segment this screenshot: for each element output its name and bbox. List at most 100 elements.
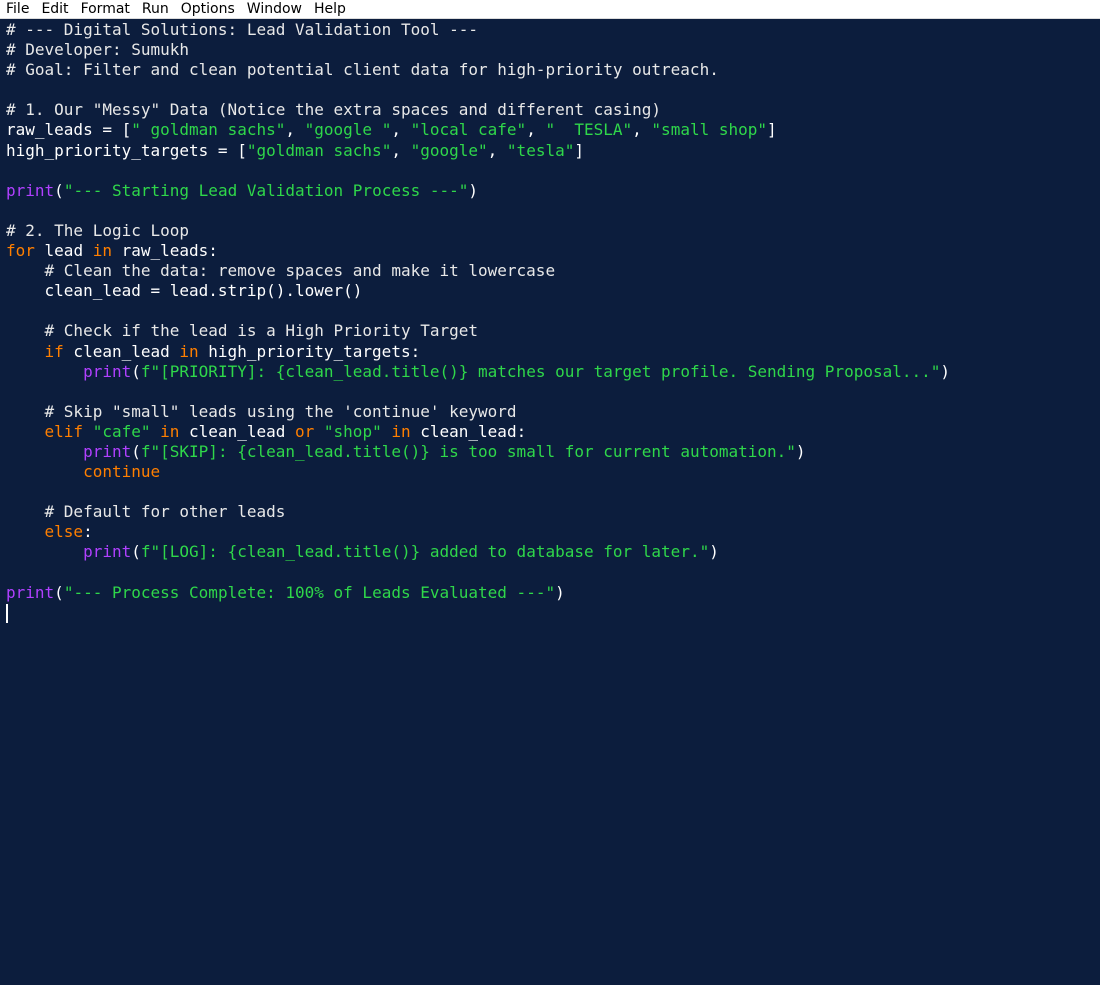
menu-bar: File Edit Format Run Options Window Help (0, 0, 1100, 19)
string-token: "tesla" (506, 140, 575, 160)
comment-token: # Goal: Filter and clean potential clien… (6, 60, 719, 80)
code-line[interactable]: # Developer: Sumukh (6, 40, 1100, 60)
string-token: "shop" (323, 421, 382, 441)
code-line[interactable]: print(f"[SKIP]: {clean_lead.title()} is … (6, 442, 1100, 462)
text-token: , (285, 120, 305, 140)
comment-token: # Skip "small" leads using the 'continue… (44, 401, 517, 421)
code-line[interactable]: # Default for other leads (6, 502, 1100, 522)
code-line[interactable]: elif "cafe" in clean_lead or "shop" in c… (6, 422, 1100, 442)
text-token: , (391, 120, 411, 140)
comment-token: # 2. The Logic Loop (6, 220, 190, 240)
code-line[interactable] (6, 603, 1100, 624)
code-line[interactable]: # 2. The Logic Loop (6, 221, 1100, 241)
code-line[interactable]: print("--- Starting Lead Validation Proc… (6, 181, 1100, 201)
string-token: "local cafe" (410, 120, 527, 140)
builtin-token: print (6, 180, 55, 200)
string-token: "goldman sachs" (246, 140, 392, 160)
code-line[interactable]: # --- Digital Solutions: Lead Validation… (6, 20, 1100, 40)
keyword-token: in (160, 421, 180, 441)
menu-help[interactable]: Help (314, 0, 346, 19)
text-token: clean_lead (179, 421, 295, 441)
builtin-token: print (6, 582, 55, 602)
code-line[interactable]: print("--- Process Complete: 100% of Lea… (6, 583, 1100, 603)
menu-file[interactable]: File (6, 0, 29, 19)
code-line[interactable]: else: (6, 522, 1100, 542)
code-line[interactable]: ​ (6, 301, 1100, 321)
string-token: " goldman sachs" (131, 120, 286, 140)
menu-run[interactable]: Run (142, 0, 169, 19)
text-token: , (391, 140, 411, 160)
comment-token: # Default for other leads (44, 502, 286, 522)
keyword-token: in (179, 341, 199, 361)
string-token: "cafe" (92, 421, 151, 441)
code-line[interactable]: print(f"[PRIORITY]: {clean_lead.title()}… (6, 362, 1100, 382)
code-line[interactable]: clean_lead = lead.strip().lower() (6, 281, 1100, 301)
code-line[interactable]: ​ (6, 563, 1100, 583)
code-editor[interactable]: # --- Digital Solutions: Lead Validation… (0, 19, 1100, 985)
text-token: high_priority_targets: (198, 341, 421, 361)
code-line[interactable]: # 1. Our "Messy" Data (Notice the extra … (6, 100, 1100, 120)
idle-editor-window: File Edit Format Run Options Window Help… (0, 0, 1100, 985)
text-token: clean_lead: (410, 421, 527, 441)
comment-token: # Developer: Sumukh (6, 40, 190, 60)
comment-token: # Check if the lead is a High Priority T… (44, 321, 479, 341)
code-line[interactable]: ​ (6, 80, 1100, 100)
text-token: raw_leads: (111, 241, 218, 261)
code-line[interactable]: ​ (6, 161, 1100, 181)
code-line[interactable]: raw_leads = [" goldman sachs", "google "… (6, 120, 1100, 140)
string-token: "google " (304, 120, 392, 140)
code-line[interactable]: high_priority_targets = ["goldman sachs"… (6, 141, 1100, 161)
text-token: ( (54, 582, 64, 602)
code-line[interactable]: # Check if the lead is a High Priority T… (6, 321, 1100, 341)
builtin-token: print (83, 441, 132, 461)
code-line[interactable]: # Skip "small" leads using the 'continue… (6, 402, 1100, 422)
code-line[interactable]: ​ (6, 201, 1100, 221)
code-line[interactable]: ​ (6, 382, 1100, 402)
code-line[interactable]: ​ (6, 482, 1100, 502)
text-token: ) (555, 582, 565, 602)
code-text-area[interactable]: # --- Digital Solutions: Lead Validation… (6, 20, 1100, 624)
text-token: ) (709, 542, 719, 562)
code-line[interactable]: for lead in raw_leads: (6, 241, 1100, 261)
code-line[interactable]: # Clean the data: remove spaces and make… (6, 261, 1100, 281)
code-line[interactable]: # Goal: Filter and clean potential clien… (6, 60, 1100, 80)
keyword-token: or (295, 421, 315, 441)
text-token: lead (34, 241, 93, 261)
text-token: , (526, 120, 546, 140)
string-token: "google" (410, 140, 488, 160)
text-token: ( (54, 180, 64, 200)
comment-token: # --- Digital Solutions: Lead Validation… (6, 20, 479, 39)
code-line[interactable]: if clean_lead in high_priority_targets: (6, 342, 1100, 362)
menu-edit[interactable]: Edit (41, 0, 68, 19)
menu-window[interactable]: Window (247, 0, 302, 19)
menu-format[interactable]: Format (81, 0, 130, 19)
string-token: "--- Process Complete: 100% of Leads Eva… (63, 582, 556, 602)
string-token: f"[SKIP]: {clean_lead.title()} is too sm… (140, 441, 796, 461)
code-line[interactable]: continue (6, 462, 1100, 482)
comment-token: # Clean the data: remove spaces and make… (44, 261, 556, 281)
keyword-token: in (391, 421, 411, 441)
menu-options[interactable]: Options (181, 0, 235, 19)
text-token: clean_lead = lead.strip().lower() (6, 281, 363, 301)
keyword-token: in (92, 241, 112, 261)
text-token: high_priority_targets = [ (6, 140, 247, 160)
code-line[interactable]: print(f"[LOG]: {clean_lead.title()} adde… (6, 542, 1100, 562)
text-token: : (83, 522, 93, 542)
text-token: ] (767, 120, 777, 140)
text-token: ] (574, 140, 584, 160)
text-token: , (632, 120, 652, 140)
text-token: ( (131, 441, 141, 461)
keyword-token: for (6, 241, 35, 261)
